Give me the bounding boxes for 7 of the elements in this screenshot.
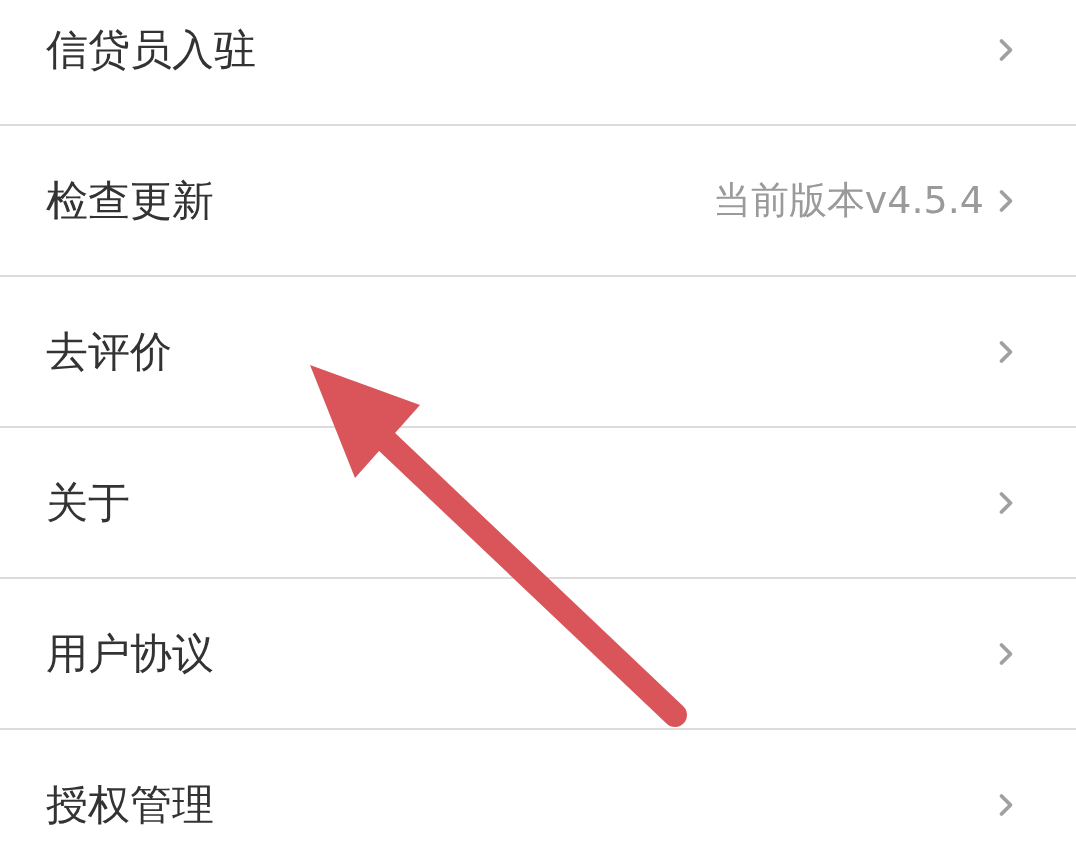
row-label: 信贷员入驻	[46, 24, 256, 76]
row-value: 当前版本v4.5.4	[712, 177, 984, 224]
row-label: 授权管理	[46, 779, 214, 831]
row-label: 用户协议	[46, 628, 214, 680]
row-label: 去评价	[46, 326, 172, 378]
row-label: 关于	[46, 477, 130, 529]
row-label: 检查更新	[46, 175, 214, 227]
